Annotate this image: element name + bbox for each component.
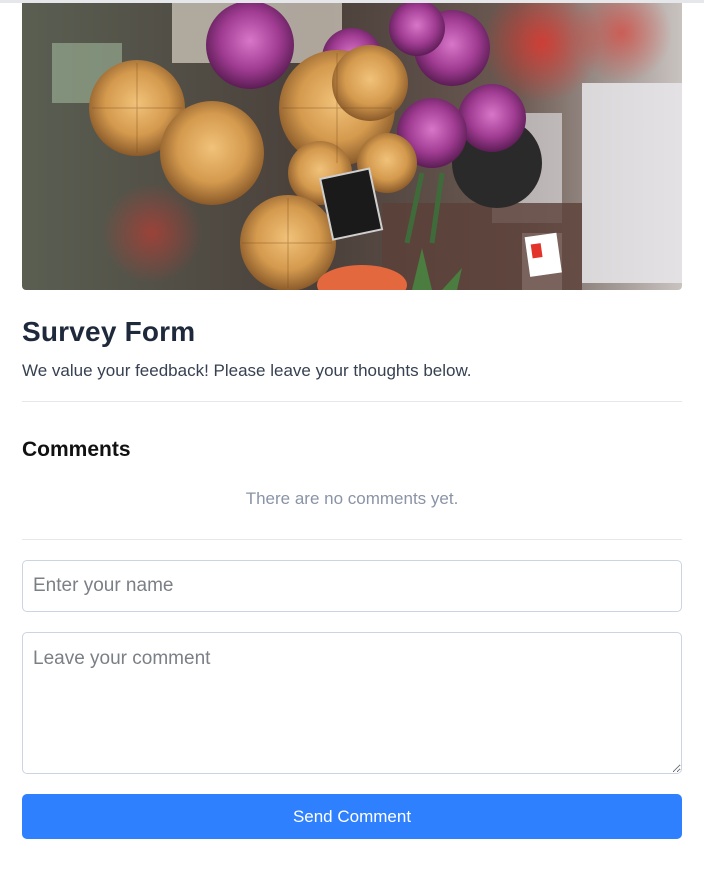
survey-container: Survey Form We value your feedback! Plea… [22,3,682,839]
divider [22,401,682,402]
page-title: Survey Form [22,316,196,347]
send-comment-button[interactable]: Send Comment [22,794,682,839]
comment-textarea[interactable] [22,632,682,774]
empty-comments-message: There are no comments yet. [245,489,459,508]
hero-image [22,3,682,290]
divider [22,539,682,540]
name-input[interactable] [22,560,682,612]
comments-heading: Comments [22,438,131,461]
page-subtitle: We value your feedback! Please leave you… [22,361,472,380]
